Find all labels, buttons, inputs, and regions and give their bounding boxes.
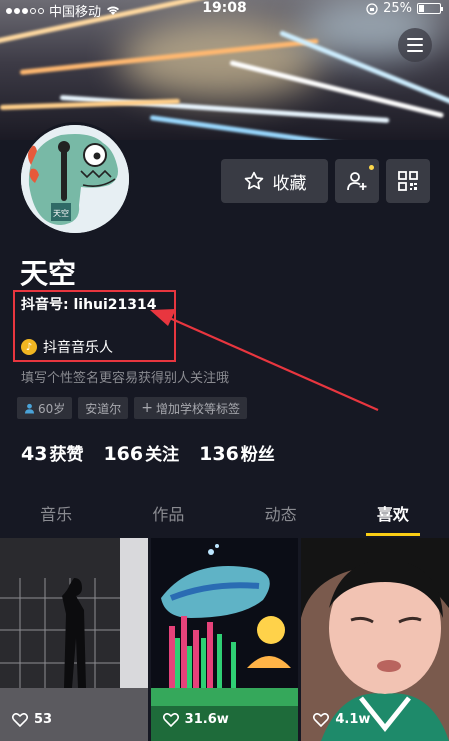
tab-activity[interactable]: 动态	[225, 496, 337, 536]
more-menu-button[interactable]	[398, 28, 432, 62]
age-tag[interactable]: 60岁	[17, 397, 73, 419]
profile-tags: 60岁 安道尔 + 增加学校等标签	[17, 397, 248, 419]
likes-stat[interactable]: 43 获赞	[21, 440, 83, 465]
signature-placeholder[interactable]: 填写个性签名更容易获得别人关注哦	[21, 367, 229, 386]
video-like-count: 4.1w	[313, 712, 370, 727]
video-thumbnail[interactable]: 4.1w	[301, 538, 449, 741]
profile-stats: 43 获赞 166 关注 136 粉丝	[21, 440, 275, 465]
add-school-tag-label: 增加学校等标签	[156, 401, 241, 416]
tab-likes[interactable]: 喜欢	[337, 496, 449, 536]
location-tag[interactable]: 安道尔	[78, 397, 129, 419]
avatar-caption: 天空	[53, 208, 69, 218]
tab-works[interactable]: 作品	[112, 496, 224, 536]
video-thumbnail[interactable]: 31.6w	[150, 538, 299, 741]
heart-icon	[162, 712, 179, 727]
annotation-highlight-box	[13, 290, 176, 362]
favorites-button[interactable]: 收藏	[221, 159, 328, 203]
video-thumbnail-image	[150, 538, 299, 741]
plus-icon: +	[141, 400, 154, 416]
notification-dot	[369, 165, 374, 170]
nickname: 天空	[20, 257, 77, 290]
qr-code-icon	[398, 171, 418, 191]
favorites-label: 收藏	[272, 173, 307, 194]
following-stat[interactable]: 166 关注	[103, 440, 179, 465]
video-thumbnail[interactable]: 53	[0, 538, 148, 741]
battery-percent: 25%	[383, 1, 412, 16]
add-friend-button[interactable]	[335, 159, 379, 203]
avatar-image: 天空	[21, 125, 129, 233]
followers-stat[interactable]: 136 粉丝	[199, 440, 275, 465]
age-tag-label: 60岁	[38, 401, 66, 416]
tab-music[interactable]: 音乐	[0, 496, 112, 536]
battery-icon	[417, 3, 443, 14]
video-thumbnail-image	[0, 538, 148, 741]
location-tag-label: 安道尔	[85, 401, 122, 416]
video-grid: 53 31.6w 4.1w	[0, 538, 449, 741]
status-bar: 中国移动 19:08 25%	[0, 0, 449, 20]
video-like-count: 53	[12, 712, 52, 727]
heart-icon	[313, 712, 330, 727]
person-icon	[24, 403, 35, 414]
video-thumbnail-image	[301, 538, 449, 741]
heart-icon	[12, 712, 28, 727]
add-school-tag[interactable]: + 增加学校等标签	[134, 397, 248, 419]
profile-banner[interactable]	[0, 0, 449, 140]
add-user-icon	[347, 172, 367, 191]
star-icon	[244, 171, 263, 190]
video-like-count: 31.6w	[162, 712, 229, 727]
qr-code-button[interactable]	[386, 159, 430, 203]
profile-tabs: 音乐 作品 动态 喜欢	[0, 496, 449, 536]
avatar[interactable]: 天空	[18, 122, 132, 236]
orientation-lock-icon	[366, 2, 378, 15]
